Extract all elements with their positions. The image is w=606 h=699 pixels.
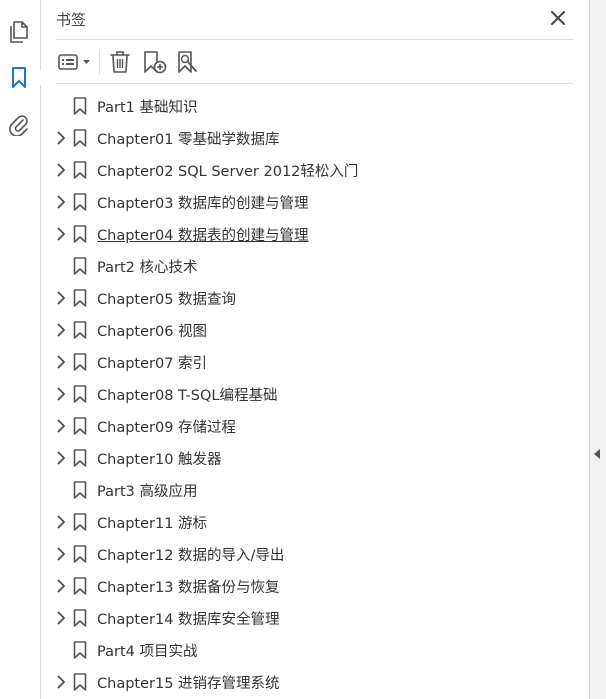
bookmark-label: Part2 核心技术 (97, 260, 198, 276)
bookmark-label: Chapter05 数据查询 (97, 292, 237, 308)
bookmark-label: Chapter09 存储过程 (97, 420, 237, 436)
chevron-right-icon[interactable] (54, 387, 68, 401)
chevron-right-icon[interactable] (54, 547, 68, 561)
bookmark-label: Chapter03 数据库的创建与管理 (97, 196, 309, 212)
bookmark-label: Chapter14 数据库安全管理 (97, 612, 280, 628)
bookmark-row[interactable]: Chapter12 数据的导入/导出 (41, 538, 589, 570)
chevron-right-icon[interactable] (54, 579, 68, 593)
bookmark-icon (73, 513, 87, 531)
bookmark-icon (73, 225, 87, 243)
options-menu-icon[interactable] (56, 48, 94, 76)
new-bookmark-icon[interactable] (140, 48, 170, 76)
bookmark-row[interactable]: Chapter08 T-SQL编程基础 (41, 378, 589, 410)
chevron-right-icon[interactable] (54, 323, 68, 337)
chevron-right-icon[interactable] (54, 227, 68, 241)
bookmark-row[interactable]: Chapter01 零基础学数据库 (41, 122, 589, 154)
bookmark-icon (73, 289, 87, 307)
bookmark-row[interactable]: Chapter07 索引 (41, 346, 589, 378)
bookmark-icon (73, 353, 87, 371)
chevron-right-icon[interactable] (54, 195, 68, 209)
collapse-panel-icon[interactable] (594, 449, 600, 459)
bookmark-row[interactable]: Part2 核心技术 (41, 250, 589, 282)
chevron-right-icon[interactable] (54, 515, 68, 529)
bookmark-list: Part1 基础知识 Chapter01 零基础学数据库 Chapter02 SQL… (41, 90, 589, 698)
bookmark-row[interactable]: Chapter15 进销存管理系统 (41, 666, 589, 698)
bookmark-icon[interactable] (6, 65, 32, 91)
bookmark-label: Chapter07 索引 (97, 356, 208, 372)
bookmark-icon (73, 545, 87, 563)
bookmark-icon (73, 193, 87, 211)
bookmark-icon (73, 577, 87, 595)
bookmark-label: Chapter06 视图 (97, 324, 208, 340)
chevron-right-icon[interactable] (54, 291, 68, 305)
bookmarks-window: 书签 Part1 基础知识 Chapter01 零基础学数据库 Chapter0… (0, 0, 606, 699)
bookmark-icon (73, 321, 87, 339)
bookmark-label: Chapter08 T-SQL编程基础 (97, 388, 278, 404)
close-icon[interactable] (548, 8, 568, 28)
chevron-right-icon[interactable] (54, 163, 68, 177)
chevron-right-icon[interactable] (54, 611, 68, 625)
bookmark-row[interactable]: Chapter10 触发器 (41, 442, 589, 474)
bookmark-label: Chapter11 游标 (97, 516, 208, 532)
bookmark-label: Chapter01 零基础学数据库 (97, 132, 280, 148)
bookmark-row[interactable]: Chapter13 数据备份与恢复 (41, 570, 589, 602)
bookmarks-panel: 书签 Part1 基础知识 Chapter01 零基础学数据库 Chapter0… (41, 0, 589, 699)
bookmark-row[interactable]: Chapter06 视图 (41, 314, 589, 346)
chevron-right-icon[interactable] (54, 355, 68, 369)
find-bookmark-icon[interactable] (174, 48, 204, 76)
bookmark-row[interactable]: Chapter03 数据库的创建与管理 (41, 186, 589, 218)
bookmark-icon (73, 97, 87, 115)
bookmark-icon (73, 673, 87, 691)
bookmark-row[interactable]: Chapter11 游标 (41, 506, 589, 538)
active-tab-indicator (32, 69, 41, 87)
bookmark-icon (73, 641, 87, 659)
delete-bookmark-icon[interactable] (106, 48, 134, 76)
bookmark-label: Chapter13 数据备份与恢复 (97, 580, 280, 596)
bookmark-icon (73, 129, 87, 147)
bookmark-icon (73, 481, 87, 499)
panel-splitter[interactable] (589, 0, 606, 699)
bookmark-label: Chapter12 数据的导入/导出 (97, 548, 285, 564)
chevron-right-icon[interactable] (54, 131, 68, 145)
bookmark-row[interactable]: Chapter04 数据表的创建与管理 (41, 218, 589, 250)
attachment-icon[interactable] (6, 111, 32, 137)
bookmark-row[interactable]: Chapter02 SQL Server 2012轻松入门 (41, 154, 589, 186)
chevron-right-icon[interactable] (54, 675, 68, 689)
bookmark-row[interactable]: Part1 基础知识 (41, 90, 589, 122)
bookmark-row[interactable]: Chapter09 存储过程 (41, 410, 589, 442)
bookmark-label: Chapter04 数据表的创建与管理 (97, 228, 309, 244)
tool-rail (0, 0, 41, 699)
bookmark-label: Chapter02 SQL Server 2012轻松入门 (97, 164, 359, 180)
bookmark-label: Part4 项目实战 (97, 644, 198, 660)
toolbar-divider (56, 83, 573, 84)
bookmark-row[interactable]: Chapter14 数据库安全管理 (41, 602, 589, 634)
bookmark-toolbar (56, 44, 573, 80)
bookmark-icon (73, 161, 87, 179)
bookmark-label: Chapter15 进销存管理系统 (97, 676, 280, 692)
header-divider (56, 39, 573, 40)
bookmark-label: Chapter10 触发器 (97, 452, 222, 468)
toolbar-separator (99, 50, 100, 74)
panel-header: 书签 (41, 0, 589, 38)
bookmark-icon (73, 449, 87, 467)
bookmark-label: Part3 高级应用 (97, 484, 198, 500)
bookmark-icon (73, 385, 87, 403)
bookmark-label: Part1 基础知识 (97, 100, 198, 116)
bookmark-row[interactable]: Chapter05 数据查询 (41, 282, 589, 314)
pages-icon[interactable] (6, 19, 32, 45)
bookmark-icon (73, 257, 87, 275)
bookmark-row[interactable]: Part4 项目实战 (41, 634, 589, 666)
bookmark-icon (73, 609, 87, 627)
panel-title: 书签 (56, 11, 87, 29)
bookmark-icon (73, 417, 87, 435)
bookmark-row[interactable]: Part3 高级应用 (41, 474, 589, 506)
chevron-right-icon[interactable] (54, 451, 68, 465)
chevron-right-icon[interactable] (54, 419, 68, 433)
